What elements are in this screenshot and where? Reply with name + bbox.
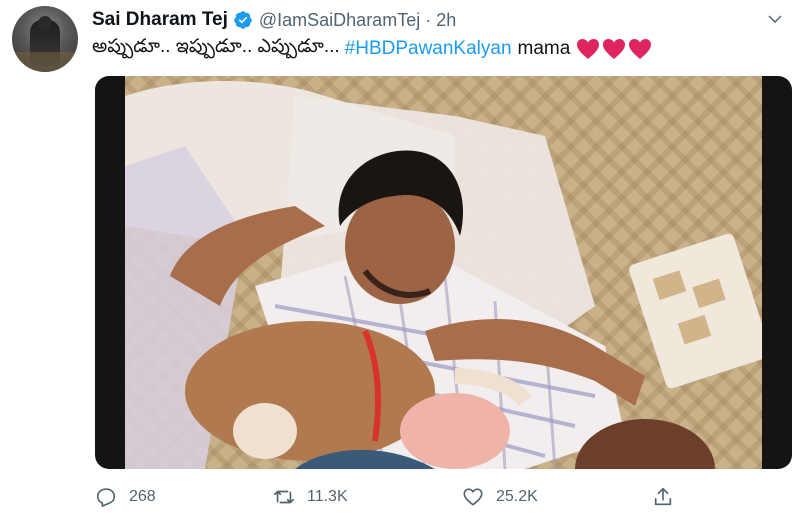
like-count: 25.2K: [496, 488, 538, 505]
like-button[interactable]: 25.2K: [462, 482, 538, 512]
tweet-text-telugu: అప్పుడూ.. ఇప్పుడూ.. ఎప్పుడూ...: [92, 36, 340, 57]
share-button[interactable]: [652, 482, 674, 512]
tweet-media[interactable]: [95, 76, 792, 469]
retweet-icon: [274, 490, 294, 504]
timestamp[interactable]: 2h: [436, 10, 456, 31]
tweet-text: అప్పుడూ.. ఇప్పుడూ.. ఎప్పుడూ... #HBDPawan…: [92, 36, 652, 62]
heart-icon: [463, 488, 483, 506]
handle[interactable]: @IamSaiDharamTej: [259, 10, 420, 31]
reply-icon: [96, 488, 116, 507]
reply-button[interactable]: 268: [95, 482, 156, 512]
retweet-count: 11.3K: [307, 488, 348, 505]
avatar-tint: [12, 52, 78, 72]
tweet-photo[interactable]: [125, 76, 762, 469]
card-shape: [629, 233, 762, 389]
teddy-body-shape: [185, 321, 435, 461]
tweet-text-suffix: mama: [517, 38, 571, 59]
tweet-actions: 268 11.3K 25.2K: [95, 482, 695, 512]
avatar-figure-head: [38, 16, 52, 30]
teddy-paw-shape: [233, 403, 297, 459]
share-icon: [654, 487, 672, 506]
heart-emoji-icon: [629, 39, 652, 59]
heart-emoji-icon: [603, 39, 626, 59]
separator-dot: ·: [425, 9, 432, 30]
chevron-down-icon[interactable]: [766, 10, 784, 28]
avatar[interactable]: [12, 6, 78, 72]
retweet-button[interactable]: 11.3K: [273, 482, 348, 512]
reply-count: 268: [129, 488, 156, 505]
tweet-header: Sai Dharam Tej @IamSaiDharamTej · 2h: [92, 8, 456, 32]
verified-badge-icon: [234, 11, 252, 29]
display-name[interactable]: Sai Dharam Tej: [92, 9, 228, 31]
hashtag-link[interactable]: #HBDPawanKalyan: [345, 38, 512, 60]
heart-emoji-icon: [577, 39, 600, 59]
photo-illustration: [125, 81, 762, 469]
heart-emojis: [576, 38, 652, 60]
teddy-face-shape: [400, 393, 510, 469]
